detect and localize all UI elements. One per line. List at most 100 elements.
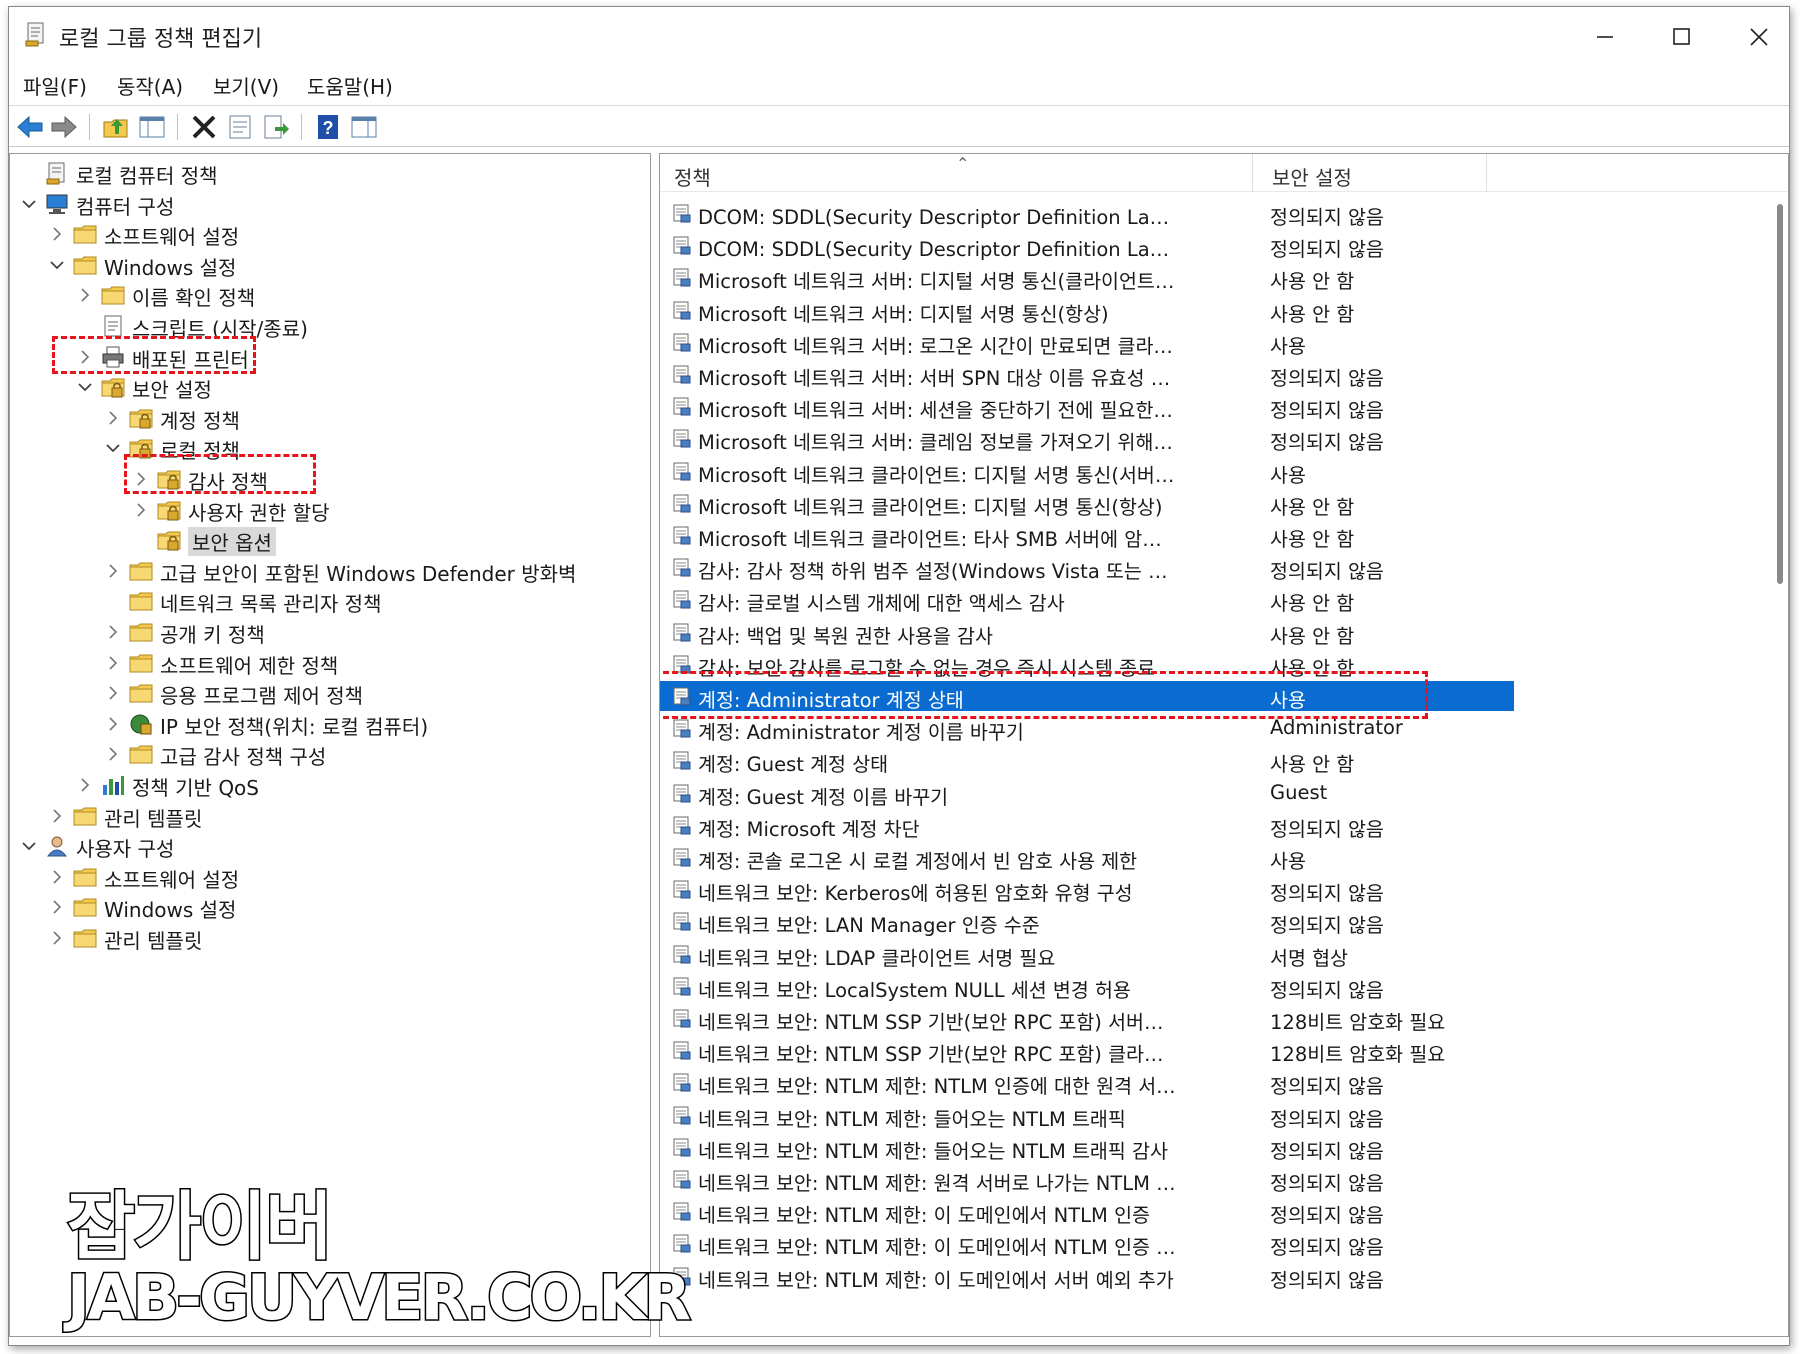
policy-row[interactable]: 네트워크 보안: NTLM SSP 기반(보안 RPC 포함) 클라이언... 1… bbox=[660, 1035, 1514, 1066]
policy-row[interactable]: 네트워크 보안: LocalSystem NULL 세션 변경 허용 정의되지 않… bbox=[660, 971, 1514, 1002]
delete-button[interactable] bbox=[189, 112, 219, 142]
policy-row[interactable]: Microsoft 네트워크 클라이언트: 디지털 서명 통신(항상) 사용 안 … bbox=[660, 488, 1514, 519]
chevron-right-icon[interactable] bbox=[104, 745, 122, 763]
policy-row[interactable]: 계정: 콘솔 로그온 시 로컬 계정에서 빈 암호 사용 제한 사용 bbox=[660, 842, 1514, 873]
policy-row[interactable]: 감사: 백업 및 복원 권한 사용을 감사 사용 안 함 bbox=[660, 617, 1514, 648]
policy-row[interactable]: Microsoft 네트워크 서버: 디지털 서명 통신(항상) 사용 안 함 bbox=[660, 295, 1514, 326]
tree-node[interactable]: 로컬 컴퓨터 정책 bbox=[10, 158, 650, 188]
chevron-right-icon[interactable] bbox=[48, 929, 66, 947]
policy-row[interactable]: 네트워크 보안: NTLM 제한: 원격 서버로 나가는 NTLM 트... 정의… bbox=[660, 1164, 1514, 1195]
policy-row[interactable]: 네트워크 보안: LAN Manager 인증 수준 정의되지 않음 bbox=[660, 906, 1514, 937]
menu-file[interactable]: 파일(F) bbox=[23, 71, 87, 100]
policy-row[interactable]: Microsoft 네트워크 서버: 서버 SPN 대상 이름 유효성 확인 .… bbox=[660, 359, 1514, 390]
maximize-button[interactable] bbox=[1652, 15, 1712, 57]
policy-row[interactable]: DCOM: SDDL(Security Descriptor Definitio… bbox=[660, 230, 1514, 261]
tree-node[interactable]: 정책 기반 QoS bbox=[10, 770, 650, 800]
policy-row[interactable]: 감사: 글로벌 시스템 개체에 대한 액세스 감사 사용 안 함 bbox=[660, 584, 1514, 615]
policy-row[interactable]: 네트워크 보안: NTLM 제한: 들어오는 NTLM 트래픽 감사 정의되지 않… bbox=[660, 1132, 1514, 1163]
policy-row[interactable]: Microsoft 네트워크 서버: 세션을 중단하기 전에 필요한 유... 정… bbox=[660, 391, 1514, 422]
chevron-right-icon[interactable] bbox=[104, 409, 122, 427]
tree-node[interactable]: 관리 템플릿 bbox=[10, 923, 650, 953]
tree-node[interactable]: 사용자 구성 bbox=[10, 831, 650, 861]
tree-node[interactable]: 관리 템플릿 bbox=[10, 801, 650, 831]
policy-row[interactable]: 계정: Administrator 계정 이름 바꾸기 Administrator bbox=[660, 713, 1514, 744]
menu-help[interactable]: 도움말(H) bbox=[307, 71, 393, 100]
column-security-setting[interactable]: 보안 설정 bbox=[1272, 162, 1352, 191]
chevron-right-icon[interactable] bbox=[104, 715, 122, 733]
chevron-right-icon[interactable] bbox=[48, 898, 66, 916]
policy-row[interactable]: 네트워크 보안: NTLM 제한: 이 도메인에서 서버 예외 추가 정의되지 않… bbox=[660, 1261, 1514, 1292]
vertical-scrollbar[interactable] bbox=[1774, 192, 1786, 1332]
policy-row[interactable]: 네트워크 보안: Kerberos에 허용된 암호화 유형 구성 정의되지 않음 bbox=[660, 874, 1514, 905]
policy-row[interactable]: 네트워크 보안: NTLM SSP 기반(보안 RPC 포함) 서버에 대...… bbox=[660, 1003, 1514, 1034]
tree-node[interactable]: 소프트웨어 설정 bbox=[10, 219, 650, 249]
tree-node[interactable]: 네트워크 목록 관리자 정책 bbox=[10, 586, 650, 616]
policy-row[interactable]: 네트워크 보안: NTLM 제한: 이 도메인에서 NTLM 인증 정의되지 않음 bbox=[660, 1196, 1514, 1227]
help-button[interactable]: ? bbox=[313, 112, 343, 142]
close-button[interactable] bbox=[1729, 15, 1789, 57]
chevron-right-icon[interactable] bbox=[76, 348, 94, 366]
policy-row[interactable]: 계정: Administrator 계정 상태 사용 bbox=[660, 681, 1514, 712]
tree-node[interactable]: Windows 설정 bbox=[10, 250, 650, 280]
chevron-down-icon[interactable] bbox=[48, 256, 66, 274]
forward-button[interactable] bbox=[49, 112, 79, 142]
column-policy[interactable]: 정책 bbox=[674, 162, 711, 191]
policy-row[interactable]: 계정: Microsoft 계정 차단 정의되지 않음 bbox=[660, 810, 1514, 841]
chevron-right-icon[interactable] bbox=[104, 684, 122, 702]
policy-row[interactable]: Microsoft 네트워크 클라이언트: 타사 SMB 서버에 암호화... 사… bbox=[660, 520, 1514, 551]
tree-node[interactable]: 감사 정책 bbox=[10, 464, 650, 494]
chevron-right-icon[interactable] bbox=[132, 501, 150, 519]
chevron-down-icon[interactable] bbox=[104, 439, 122, 457]
policy-row[interactable]: 계정: Guest 계정 이름 바꾸기 Guest bbox=[660, 778, 1514, 809]
tree-node[interactable]: 사용자 권한 할당 bbox=[10, 495, 650, 525]
policy-row[interactable]: 네트워크 보안: NTLM 제한: 들어오는 NTLM 트래픽 정의되지 않음 bbox=[660, 1100, 1514, 1131]
chevron-right-icon[interactable] bbox=[104, 562, 122, 580]
tree-node[interactable]: 보안 설정 bbox=[10, 372, 650, 402]
chevron-down-icon[interactable] bbox=[20, 195, 38, 213]
chevron-right-icon[interactable] bbox=[48, 807, 66, 825]
tree-node[interactable]: Windows 설정 bbox=[10, 892, 650, 922]
policy-row[interactable]: 네트워크 보안: NTLM 제한: 이 도메인에서 NTLM 인증 감사 정의되지… bbox=[660, 1228, 1514, 1259]
tree-node[interactable]: 고급 보안이 포함된 Windows Defender 방화벽 bbox=[10, 556, 650, 586]
policy-row[interactable]: Microsoft 네트워크 서버: 클레임 정보를 가져오기 위해 S4...… bbox=[660, 423, 1514, 454]
tree-node[interactable]: 공개 키 정책 bbox=[10, 617, 650, 647]
tree-node[interactable]: 스크립트 (시작/종료) bbox=[10, 311, 650, 341]
tree-node[interactable]: 로컬 정책 bbox=[10, 433, 650, 463]
chevron-right-icon[interactable] bbox=[104, 654, 122, 672]
policy-row[interactable]: Microsoft 네트워크 클라이언트: 디지털 서명 통신(서버에... 사용 bbox=[660, 456, 1514, 487]
chevron-right-icon[interactable] bbox=[76, 776, 94, 794]
tree-node[interactable]: 배포된 프린터 bbox=[10, 342, 650, 372]
scrollbar-thumb[interactable] bbox=[1777, 204, 1783, 584]
show-action-pane-button[interactable] bbox=[349, 112, 379, 142]
chevron-down-icon[interactable] bbox=[20, 837, 38, 855]
policy-row[interactable]: Microsoft 네트워크 서버: 디지털 서명 통신(클라이언트에... 사용… bbox=[660, 262, 1514, 293]
show-hide-tree-button[interactable] bbox=[137, 112, 167, 142]
menu-action[interactable]: 동작(A) bbox=[117, 71, 183, 100]
tree-node[interactable]: IP 보안 정책(위치: 로컬 컴퓨터) bbox=[10, 709, 650, 739]
chevron-down-icon[interactable] bbox=[76, 378, 94, 396]
tree-node[interactable]: 소프트웨어 제한 정책 bbox=[10, 648, 650, 678]
tree-node[interactable]: 이름 확인 정책 bbox=[10, 280, 650, 310]
policy-row[interactable]: 네트워크 보안: NTLM 제한: NTLM 인증에 대한 원격 서버 ... 정… bbox=[660, 1067, 1514, 1098]
policy-row[interactable]: 감사: 감사 정책 하위 범주 설정(Windows Vista 또는 그 이.… bbox=[660, 552, 1514, 583]
tree-node[interactable]: 고급 감사 정책 구성 bbox=[10, 739, 650, 769]
chevron-right-icon[interactable] bbox=[76, 286, 94, 304]
tree-node[interactable]: 보안 옵션 bbox=[10, 525, 650, 557]
chevron-right-icon[interactable] bbox=[48, 225, 66, 243]
properties-button[interactable] bbox=[225, 112, 255, 142]
policy-row[interactable]: DCOM: SDDL(Security Descriptor Definitio… bbox=[660, 198, 1514, 229]
tree-node[interactable]: 응용 프로그램 제어 정책 bbox=[10, 678, 650, 708]
policy-row[interactable]: 네트워크 보안: LDAP 클라이언트 서명 필요 서명 협상 bbox=[660, 939, 1514, 970]
tree-node[interactable]: 소프트웨어 설정 bbox=[10, 862, 650, 892]
chevron-right-icon[interactable] bbox=[132, 470, 150, 488]
policy-row[interactable]: 감사: 보안 감사를 로그할 수 없는 경우 즉시 시스템 종료 사용 안 함 bbox=[660, 649, 1514, 680]
menu-view[interactable]: 보기(V) bbox=[213, 71, 279, 100]
chevron-right-icon[interactable] bbox=[48, 868, 66, 886]
tree-node[interactable]: 계정 정책 bbox=[10, 403, 650, 433]
up-one-level-button[interactable] bbox=[101, 112, 131, 142]
back-button[interactable] bbox=[15, 112, 45, 142]
chevron-right-icon[interactable] bbox=[104, 623, 122, 641]
minimize-button[interactable] bbox=[1575, 15, 1635, 57]
tree-node[interactable]: 컴퓨터 구성 bbox=[10, 189, 650, 219]
export-list-button[interactable] bbox=[261, 112, 291, 142]
